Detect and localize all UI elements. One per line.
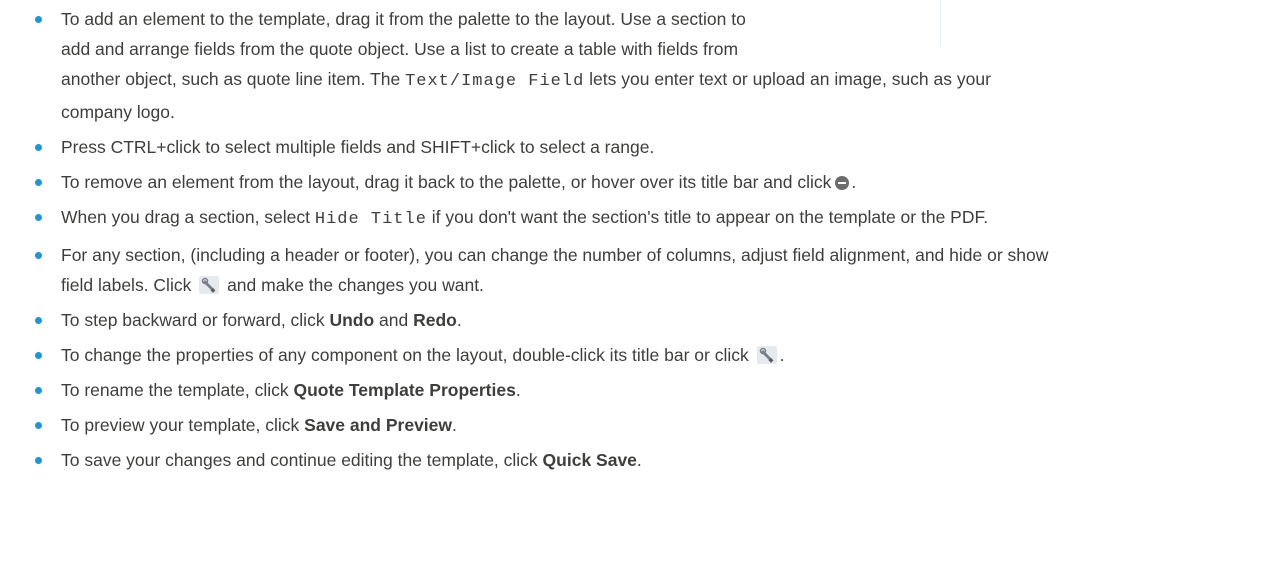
wrench-icon [756,346,777,364]
tip-text: . [456,310,462,330]
list-item: When you drag a section, select Hide Tit… [30,202,1274,235]
tip-text: . [452,415,457,435]
tip-text: To rename the template, click [61,380,294,400]
tip-text: When you drag a section, select [61,207,315,227]
tip-text: To remove an element from the layout, dr… [61,172,832,192]
tip-text: To step backward or forward, click [61,310,330,330]
tip-text: another object, such as quote line item.… [61,69,406,89]
remove-icon [835,176,850,190]
bullet-icon [35,352,42,359]
tip-text: field labels. Click [61,275,192,295]
tip-text: To add an element to the template, drag … [61,9,746,29]
code-text: Text/Image Field [405,72,585,91]
list-item: To change the properties of any componen… [30,340,1274,370]
bullet-icon [35,16,42,23]
quote-template-properties-label: Quote Template Properties [293,380,516,400]
list-item: To add an element to the template, drag … [30,0,1274,127]
bullet-icon [35,252,42,259]
tip-text: . [515,380,521,400]
wrench-icon [199,276,220,294]
bullet-icon [35,214,42,221]
list-item: To preview your template, click Save and… [30,410,1274,440]
save-and-preview-label: Save and Preview [304,415,453,435]
tips-list: To add an element to the template, drag … [30,0,1274,475]
list-item: To remove an element from the layout, dr… [30,167,1274,197]
tip-text: . [779,345,785,365]
list-item: Press CTRL+click to select multiple fiel… [30,132,1274,162]
tip-text: lets you enter text or upload an image, … [584,69,991,89]
tip-text: add and arrange fields from the quote ob… [61,39,739,59]
list-item: To step backward or forward, click Undo … [30,305,1274,335]
list-item: To save your changes and continue editin… [30,445,1274,475]
bullet-icon [35,317,42,324]
undo-label: Undo [329,310,375,330]
tip-text: For any section, (including a header or … [61,245,1049,265]
tip-text: if you don't want the section's title to… [426,207,989,227]
tip-text: and [374,310,414,330]
list-item: For any section, (including a header or … [30,240,1274,300]
tip-text: . [851,172,857,192]
tip-text: . [636,450,642,470]
tip-text: To save your changes and continue editin… [61,450,543,470]
tip-text: Press CTRL+click to select multiple fiel… [61,137,655,157]
bullet-icon [35,457,42,464]
tip-text: company logo. [61,102,175,122]
bullet-icon [35,144,42,151]
bullet-icon [35,179,42,186]
tip-text: To preview your template, click [61,415,305,435]
tip-text: and make the changes you want. [227,275,484,295]
quick-save-label: Quick Save [542,450,637,470]
bullet-icon [35,387,42,394]
tip-text: To change the properties of any componen… [61,345,749,365]
code-text: Hide Title [314,210,427,229]
bullet-icon [35,422,42,429]
redo-label: Redo [413,310,457,330]
list-item: To rename the template, click Quote Temp… [30,375,1274,405]
